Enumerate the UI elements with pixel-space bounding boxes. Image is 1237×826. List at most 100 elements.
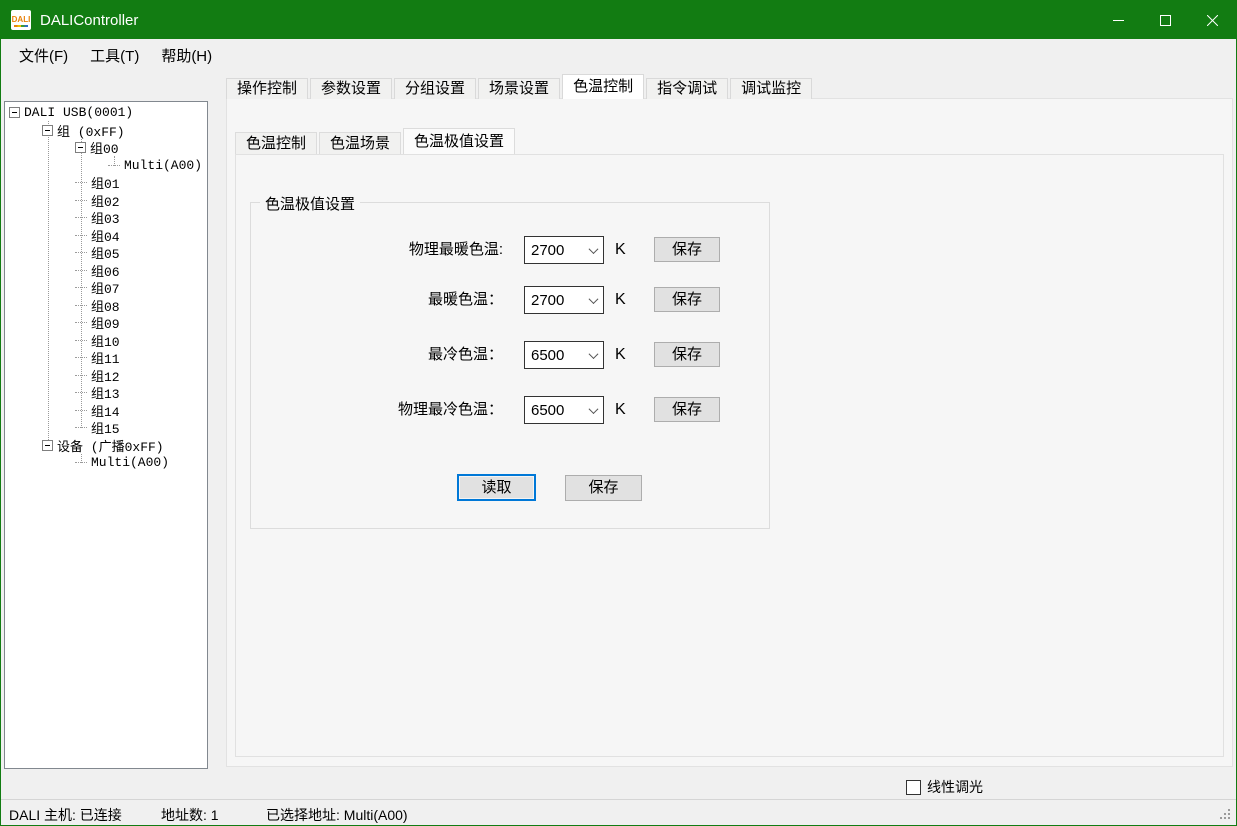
tree-item[interactable]: 组13 <box>5 384 207 402</box>
tree-item[interactable]: DALI USB(0001) <box>5 104 207 122</box>
combo-select-warmest[interactable]: 2700 <box>524 286 604 314</box>
main-tab-grouping-settings[interactable]: 分组设置 <box>394 78 476 99</box>
device-tree-panel: DALI USB(0001)组 (0xFF)组00Multi(A00)组01组0… <box>4 101 208 769</box>
tree-item[interactable]: 组12 <box>5 367 207 385</box>
tree-item[interactable]: 组06 <box>5 262 207 280</box>
chevron-down-icon[interactable] <box>583 297 603 304</box>
tree-item[interactable]: 组08 <box>5 297 207 315</box>
tree-connector <box>75 322 87 323</box>
tree-item-label: Multi(A00) <box>91 455 169 470</box>
tree-connector <box>75 252 87 253</box>
tree-expander-icon[interactable] <box>42 440 53 451</box>
save-button-physical-coolest[interactable]: 保存 <box>654 397 720 422</box>
sub-tab-cct-limit-settings[interactable]: 色温极值设置 <box>403 128 515 154</box>
tree-item[interactable]: 组09 <box>5 314 207 332</box>
chevron-down-icon[interactable] <box>583 407 603 414</box>
tree-item[interactable]: 组03 <box>5 209 207 227</box>
combo-select-physical-coolest[interactable]: 6500 <box>524 396 604 424</box>
form-label-physical-coolest: 物理最冷色温： <box>251 396 503 424</box>
tree-connector <box>75 427 87 428</box>
tree-item-label: 组00 <box>90 138 119 157</box>
tree-item[interactable]: Multi(A00) <box>5 157 207 175</box>
main-tab-parameter-settings[interactable]: 参数设置 <box>310 78 392 99</box>
tree-item-label: Multi(A00) <box>124 158 202 173</box>
tree-connector <box>75 462 87 463</box>
close-button[interactable] <box>1189 1 1236 39</box>
tree-item[interactable]: 组05 <box>5 244 207 262</box>
tree-connector <box>75 182 87 183</box>
sub-tab-cct-scene[interactable]: 色温场景 <box>319 132 401 154</box>
combo-select-coolest[interactable]: 6500 <box>524 341 604 369</box>
tree-item[interactable]: 组10 <box>5 332 207 350</box>
tree-item[interactable]: 设备 (广播0xFF) <box>5 437 207 455</box>
checkbox-icon[interactable] <box>906 780 921 795</box>
combo-value-coolest: 6500 <box>525 347 583 364</box>
tree-item-label: 组04 <box>91 226 120 245</box>
tree-item[interactable]: 组11 <box>5 349 207 367</box>
menu-item-tools[interactable]: 工具(T) <box>79 40 150 71</box>
tree-expander-icon[interactable] <box>9 107 20 118</box>
tree-item-label: 组07 <box>91 278 120 297</box>
menu-item-file[interactable]: 文件(F) <box>8 40 79 71</box>
tree-connector <box>75 235 87 236</box>
read-button[interactable]: 读取 <box>457 474 536 501</box>
menu-item-help[interactable]: 帮助(H) <box>150 40 223 71</box>
tree-item[interactable]: 组04 <box>5 227 207 245</box>
tree-item[interactable]: 组02 <box>5 192 207 210</box>
minimize-button[interactable] <box>1095 1 1142 39</box>
save-button-warmest[interactable]: 保存 <box>654 287 720 312</box>
tree-item-label: DALI USB(0001) <box>24 105 133 120</box>
form-label-coolest: 最冷色温： <box>251 341 503 369</box>
save-button-coolest[interactable]: 保存 <box>654 342 720 367</box>
linear-dimming-checkbox[interactable]: 线性调光 <box>906 777 983 797</box>
tree-item-label: 组11 <box>91 348 120 367</box>
form-row-coolest: 最冷色温： 6500 K 保存 <box>251 341 769 369</box>
maximize-button[interactable] <box>1142 1 1189 39</box>
main-tab-operation-control[interactable]: 操作控制 <box>226 78 308 99</box>
main-tab-scene-settings[interactable]: 场景设置 <box>478 78 560 99</box>
tree-item[interactable]: 组14 <box>5 402 207 420</box>
tree-connector <box>75 270 87 271</box>
tree-item-label: 组14 <box>91 401 120 420</box>
chevron-glyph <box>588 294 598 304</box>
tree-item-label: 组02 <box>91 191 120 210</box>
save-all-button[interactable]: 保存 <box>565 475 642 501</box>
combo-select-physical-warmest[interactable]: 2700 <box>524 236 604 264</box>
tree-expander-icon[interactable] <box>42 125 53 136</box>
tree-item-label: 组10 <box>91 331 120 350</box>
tree-expander-icon[interactable] <box>75 142 86 153</box>
save-button-physical-warmest[interactable]: 保存 <box>654 237 720 262</box>
tree-item-label: 设备 (广播0xFF) <box>57 436 164 455</box>
tree-item-label: 组13 <box>91 383 120 402</box>
tree-item-label: 组05 <box>91 243 120 262</box>
status-selected-address: 已选择地址: Multi(A00) <box>266 805 408 825</box>
tree-item[interactable]: 组 (0xFF) <box>5 122 207 140</box>
form-label-warmest: 最暖色温： <box>251 286 503 314</box>
tree-item[interactable]: 组15 <box>5 419 207 437</box>
resize-grip[interactable] <box>1220 809 1232 821</box>
chevron-down-icon[interactable] <box>583 247 603 254</box>
main-tab-command-debug[interactable]: 指令调试 <box>646 78 728 99</box>
main-tab-cct-control[interactable]: 色温控制 <box>562 74 644 99</box>
groupbox-title: 色温极值设置 <box>260 193 360 214</box>
sub-tab-strip: 色温控制色温场景色温极值设置 <box>235 130 517 154</box>
tree-item-label: 组06 <box>91 261 120 280</box>
tree-item[interactable]: 组00 <box>5 139 207 157</box>
tree-item[interactable]: 组01 <box>5 174 207 192</box>
cct-limits-groupbox: 色温极值设置 读取 保存 物理最暖色温:2700K保存最暖色温：2700K保存最… <box>250 202 770 529</box>
tree-item-label: 组08 <box>91 296 120 315</box>
statusbar: DALI 主机: 已连接 地址数: 1 已选择地址: Multi(A00) <box>1 799 1236 825</box>
chevron-glyph <box>588 404 598 414</box>
unit-label-coolest: K <box>615 341 626 369</box>
chevron-down-icon[interactable] <box>583 352 603 359</box>
main-tab-debug-monitor[interactable]: 调试监控 <box>730 78 812 99</box>
main-tab-strip: 操作控制参数设置分组设置场景设置色温控制指令调试调试监控 <box>226 76 814 99</box>
tree-connector <box>75 340 87 341</box>
tree-rows: DALI USB(0001)组 (0xFF)组00Multi(A00)组01组0… <box>5 102 207 472</box>
tree-item[interactable]: 组07 <box>5 279 207 297</box>
caption-buttons <box>1095 1 1236 39</box>
tree-item[interactable]: Multi(A00) <box>5 454 207 472</box>
cct-control-tab-page: 色温控制色温场景色温极值设置 色温极值设置 读取 保存 物理最暖色温:2700K… <box>226 98 1233 767</box>
cct-limit-settings-page: 色温极值设置 读取 保存 物理最暖色温:2700K保存最暖色温：2700K保存最… <box>235 154 1224 757</box>
sub-tab-cct-control[interactable]: 色温控制 <box>235 132 317 154</box>
